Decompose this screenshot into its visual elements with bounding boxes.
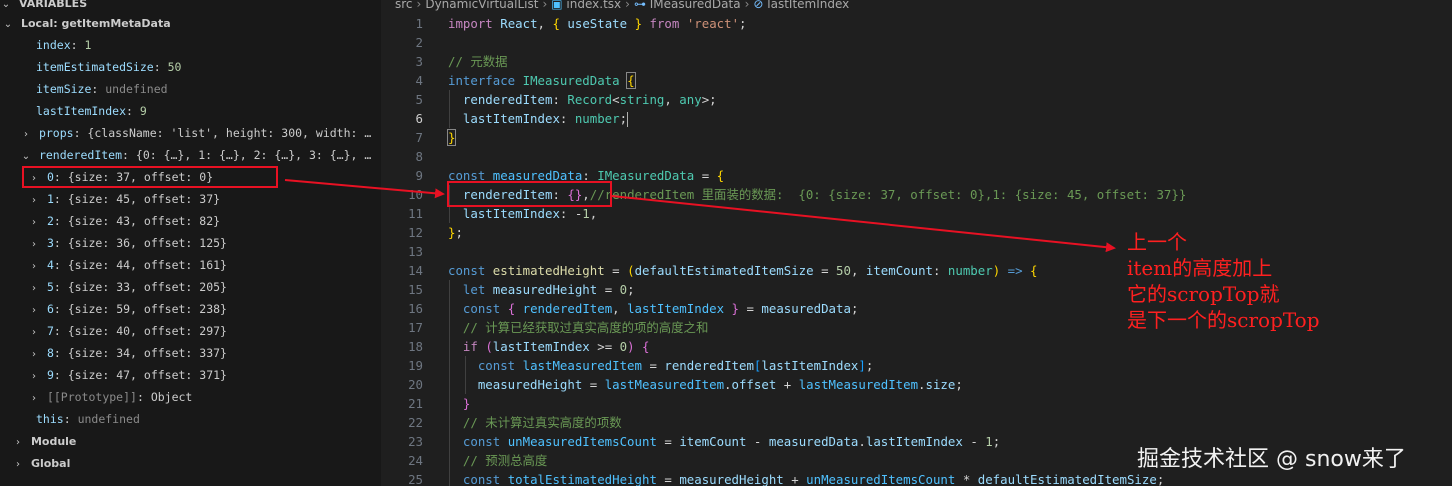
- breadcrumb-item[interactable]: lastItemIndex: [767, 0, 849, 11]
- chevron-right-icon[interactable]: ›: [28, 388, 40, 408]
- chevron-down-icon: ⌄: [3, 19, 13, 30]
- chevron-right-icon[interactable]: ›: [28, 366, 40, 386]
- breadcrumb: src › DynamicVirtualList › ▣ index.tsx › ⊶ IMe…: [381, 0, 1452, 14]
- rendered-item-entry[interactable]: › 2: {size: 43, offset: 82}: [0, 210, 381, 232]
- chevron-right-icon[interactable]: ›: [28, 212, 40, 232]
- code-line[interactable]: 18 if (lastItemIndex >= 0) {: [381, 337, 1452, 356]
- code-line[interactable]: 3// 元数据: [381, 52, 1452, 71]
- rendered-item-entry[interactable]: › 1: {size: 45, offset: 37}: [0, 188, 381, 210]
- breadcrumb-item[interactable]: src: [395, 0, 413, 11]
- chevron-right-icon[interactable]: ›: [28, 234, 40, 254]
- property-icon: ⊘: [753, 0, 768, 11]
- variable-row-this[interactable]: this: undefined: [0, 408, 381, 430]
- highlight-box-rendered-item: [447, 181, 612, 207]
- chevron-right-icon[interactable]: ›: [28, 256, 40, 276]
- code-line[interactable]: 4 interface IMeasuredData {: [381, 71, 1452, 90]
- chevron-right-icon[interactable]: ›: [28, 300, 40, 320]
- scope-global[interactable]: › Global: [0, 452, 381, 474]
- rendered-item-entry[interactable]: › 7: {size: 40, offset: 297}: [0, 320, 381, 342]
- variables-panel: ⌄ VARIABLES ⌄ Local: getItemMetaData ind…: [0, 0, 381, 486]
- interface-icon: ⊶: [633, 0, 650, 11]
- annotation-note: 上一个 item的高度加上 它的scropTop就 是下一个的scropTop: [1127, 230, 1320, 332]
- rendered-item-entry[interactable]: › 8: {size: 34, offset: 337}: [0, 342, 381, 364]
- variable-row[interactable]: itemEstimatedSize: 50: [0, 56, 381, 78]
- file-icon: ▣: [551, 0, 567, 11]
- code-line[interactable]: 5 renderedItem: Record<string, any>;: [381, 90, 1452, 109]
- variable-row[interactable]: index: 1: [0, 34, 381, 56]
- highlight-box-entry-0: [22, 166, 278, 188]
- code-line[interactable]: 20 measuredHeight = lastMeasuredItem.off…: [381, 375, 1452, 394]
- breadcrumb-item[interactable]: IMeasuredData: [650, 0, 741, 11]
- rendered-item-entry[interactable]: › 3: {size: 36, offset: 125}: [0, 232, 381, 254]
- prototype-row[interactable]: › [[Prototype]]: Object: [0, 386, 381, 408]
- variable-row[interactable]: lastItemIndex: 9: [0, 100, 381, 122]
- watermark: 掘金技术社区 @ snow来了: [1137, 447, 1406, 472]
- variable-row-props[interactable]: › props: {className: 'list', height: 300…: [0, 122, 381, 144]
- rendered-item-entry[interactable]: › 4: {size: 44, offset: 161}: [0, 254, 381, 276]
- scope-module[interactable]: › Module: [0, 430, 381, 452]
- chevron-right-icon[interactable]: ›: [28, 278, 40, 298]
- scope-local[interactable]: ⌄ Local: getItemMetaData: [0, 12, 381, 34]
- breadcrumb-item[interactable]: DynamicVirtualList: [425, 0, 538, 11]
- rendered-item-entry[interactable]: › 5: {size: 33, offset: 205}: [0, 276, 381, 298]
- code-line[interactable]: 19 const lastMeasuredItem = renderedItem…: [381, 356, 1452, 375]
- text-cursor: [627, 112, 629, 127]
- variable-row[interactable]: itemSize: undefined: [0, 78, 381, 100]
- chevron-right-icon[interactable]: ›: [28, 344, 40, 364]
- code-line[interactable]: 22 // 未计算过真实高度的项数: [381, 413, 1452, 432]
- chevron-right-icon: ›: [16, 437, 20, 448]
- code-line[interactable]: 2: [381, 33, 1452, 52]
- variable-row-rendered-item[interactable]: ⌄ renderedItem: {0: {…}, 1: {…}, 2: {…},…: [0, 144, 381, 166]
- code-line[interactable]: 8: [381, 147, 1452, 166]
- chevron-right-icon[interactable]: ›: [28, 190, 40, 210]
- chevron-right-icon[interactable]: ›: [20, 124, 32, 144]
- chevron-right-icon: ›: [16, 459, 20, 470]
- code-line[interactable]: 1 import React, { useState } from 'react'…: [381, 14, 1452, 33]
- code-line[interactable]: 21 }: [381, 394, 1452, 413]
- chevron-right-icon[interactable]: ›: [28, 322, 40, 342]
- breadcrumb-item[interactable]: index.tsx: [566, 0, 621, 11]
- code-line[interactable]: 6 lastItemIndex: number;: [381, 109, 1452, 128]
- chevron-down-icon[interactable]: ⌄: [20, 146, 32, 166]
- rendered-item-entry[interactable]: › 9: {size: 47, offset: 371}: [0, 364, 381, 386]
- code-line[interactable]: 7}: [381, 128, 1452, 147]
- rendered-item-entry[interactable]: › 6: {size: 59, offset: 238}: [0, 298, 381, 320]
